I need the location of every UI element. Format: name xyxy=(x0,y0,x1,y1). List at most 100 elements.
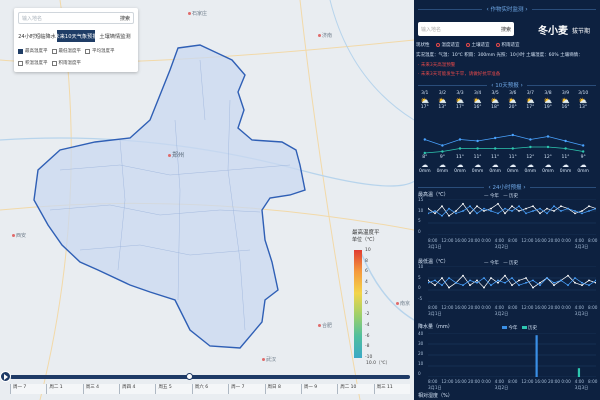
x-tick: 20:00 xyxy=(548,305,561,310)
history-line-point xyxy=(476,212,478,215)
forecast-low-line xyxy=(424,146,584,154)
timeline-day[interactable]: 周一 7 xyxy=(10,384,47,394)
forecast-night: 11° ☁ 0mm xyxy=(469,155,487,175)
tab-24h-rain[interactable]: 24小时短临降水 xyxy=(18,30,56,42)
status-item: 现状性 xyxy=(416,43,430,48)
crop-panel: ‹ 作物实时监测 › 输入地名 搜索 冬小麦 拔节期 现状性 温度适宜 土壤适宜… xyxy=(414,0,600,400)
history-line-point xyxy=(441,214,443,217)
forecast-high: 16° xyxy=(473,105,482,110)
x-tick: 16:00 xyxy=(454,305,467,310)
map-search-button[interactable]: 搜索 xyxy=(120,15,130,22)
today-line-point xyxy=(539,281,541,284)
axis-tick: 0 xyxy=(418,285,421,291)
timeline-day[interactable]: 周一 9 xyxy=(300,384,338,394)
timeline-days: 周一 7 周二 1 周三 4 周四 4 周五 5 周六 6 周一 7 周日 8 周一 9 周二 1… xyxy=(10,384,410,394)
forecast-point xyxy=(564,139,567,143)
today-line-point xyxy=(455,210,457,212)
timeline-day[interactable]: 周四 4 xyxy=(119,384,156,394)
timeline-day[interactable]: 周六 6 xyxy=(191,384,229,394)
today-line-point xyxy=(483,286,485,289)
cloud-icon: ☁ xyxy=(456,161,464,169)
checkbox-accum-rain[interactable]: 积雨温度平 xyxy=(51,60,81,66)
map-search-box[interactable]: 输入地名 搜索 xyxy=(18,12,134,24)
history-line-point xyxy=(455,212,457,215)
panel-search-box[interactable]: 输入地名 搜索 xyxy=(418,22,514,36)
axis-tick: 10 xyxy=(418,264,424,269)
history-line-point xyxy=(455,281,457,284)
forecast-high: 18° xyxy=(491,105,500,110)
axis-tick: 40 xyxy=(418,331,424,336)
panel-search-input[interactable]: 输入地名 xyxy=(421,26,501,33)
x-tick: 16:00 xyxy=(454,379,467,384)
today-line-point xyxy=(511,284,513,287)
x-tick: 4:00 xyxy=(494,238,505,243)
legend-tick: -8 xyxy=(365,344,370,350)
sun-cloud-icon: ⛅ xyxy=(420,97,430,105)
cloud-icon: ☁ xyxy=(509,161,517,169)
sun-cloud-icon: ⛅ xyxy=(561,97,570,105)
sun-cloud-icon: ⛅ xyxy=(543,97,553,105)
timeline-day[interactable]: 周五 5 xyxy=(155,384,192,394)
today-line-point xyxy=(553,284,555,287)
city-label: 武汉 xyxy=(262,356,276,363)
tab-soil-moisture[interactable]: 土壤墒情监测 xyxy=(96,30,134,42)
x-date: 3月2日 xyxy=(494,311,509,316)
history-line-point xyxy=(546,212,548,215)
legend-tick: 0 xyxy=(365,301,368,307)
map-search-input[interactable]: 输入地名 xyxy=(22,15,120,22)
x-tick: 8:00 xyxy=(508,238,518,243)
checkbox-min-temp[interactable]: 最低温度平 xyxy=(51,48,81,54)
forecast-point xyxy=(546,145,550,149)
panel-search-button[interactable]: 搜索 xyxy=(501,26,511,33)
forecast-point xyxy=(529,145,532,149)
today-line-point xyxy=(553,210,555,212)
x-tick: 16:00 xyxy=(534,379,547,384)
history-line xyxy=(428,277,596,286)
today-line-point xyxy=(574,212,576,215)
humidity-label: 相对湿度（%） xyxy=(418,393,453,399)
timeline-day[interactable]: 周三 4 xyxy=(82,384,120,394)
axis-tick: -5 xyxy=(418,296,423,301)
history-line-point xyxy=(469,205,471,208)
x-tick: 12:00 xyxy=(441,305,454,310)
checkbox-avg-temp[interactable]: 平均温度平 xyxy=(85,48,115,54)
timeline-day[interactable]: 周日 8 xyxy=(264,384,301,394)
forecast-night: 12° ☁ 0mm xyxy=(522,155,540,175)
timeline-handle[interactable] xyxy=(186,373,193,380)
history-line-point xyxy=(574,210,576,212)
play-icon[interactable] xyxy=(0,371,11,382)
forecast-rain: 0mm xyxy=(524,169,537,174)
today-line-point xyxy=(497,281,499,284)
timeline-day[interactable]: 周三 11 xyxy=(373,384,410,394)
forecast-night: 8° ☁ 0mm xyxy=(416,155,434,175)
axis-tick: 15 xyxy=(418,197,424,202)
history-line-point xyxy=(469,279,471,282)
forecast-day: 3/10 ⛅ 13° xyxy=(574,91,592,111)
checkbox-accum-temp[interactable]: 积温温度平 xyxy=(18,60,48,66)
today-line-point xyxy=(567,274,569,277)
timeline-track[interactable] xyxy=(10,375,410,379)
cloud-icon: ☁ xyxy=(491,161,499,169)
today-line-point xyxy=(490,207,492,210)
timeline-day[interactable]: 周二 10 xyxy=(337,384,374,394)
map-area[interactable]: 郑州 济南 合肥 南京 太原 石家庄 西安 武汉 输入地名 搜索 24小时短临降… xyxy=(0,0,414,400)
history-line-point xyxy=(560,210,562,212)
x-tick: 12:00 xyxy=(521,379,534,384)
history-line-point xyxy=(532,210,534,212)
today-line-point xyxy=(588,205,590,208)
today-line-point xyxy=(441,205,443,208)
weather-row: 实况温度：气温：10℃ 积雨：300mm 光照：10小时 土壤湿度：60% 土壤… xyxy=(416,53,583,58)
forecast-rain: 0mm xyxy=(489,169,501,174)
x-date: 3月3日 xyxy=(574,311,589,316)
tab-10day-forecast[interactable]: 未来10天气象预报 xyxy=(57,30,95,42)
timeline-day[interactable]: 周二 1 xyxy=(46,384,83,394)
checkbox-max-temp[interactable]: 最高温度平 xyxy=(18,48,48,54)
sun-cloud-icon: ⛅ xyxy=(578,97,588,105)
forecast-bottom-row: 8° ☁ 0mm 9° ☁ 0mm 11° ☁ 0mm 11° ☁ 0mm 11° ☁ 0mm 11° ☁ 0mm… xyxy=(416,155,592,175)
timeline-day[interactable]: 周一 7 xyxy=(228,384,265,394)
sun-cloud-icon: ⛅ xyxy=(455,97,465,105)
forecast-rain: 0mm xyxy=(471,169,484,174)
x-tick: 8:00 xyxy=(508,379,518,384)
today-line-point xyxy=(574,281,576,284)
today-line-point xyxy=(469,212,471,215)
